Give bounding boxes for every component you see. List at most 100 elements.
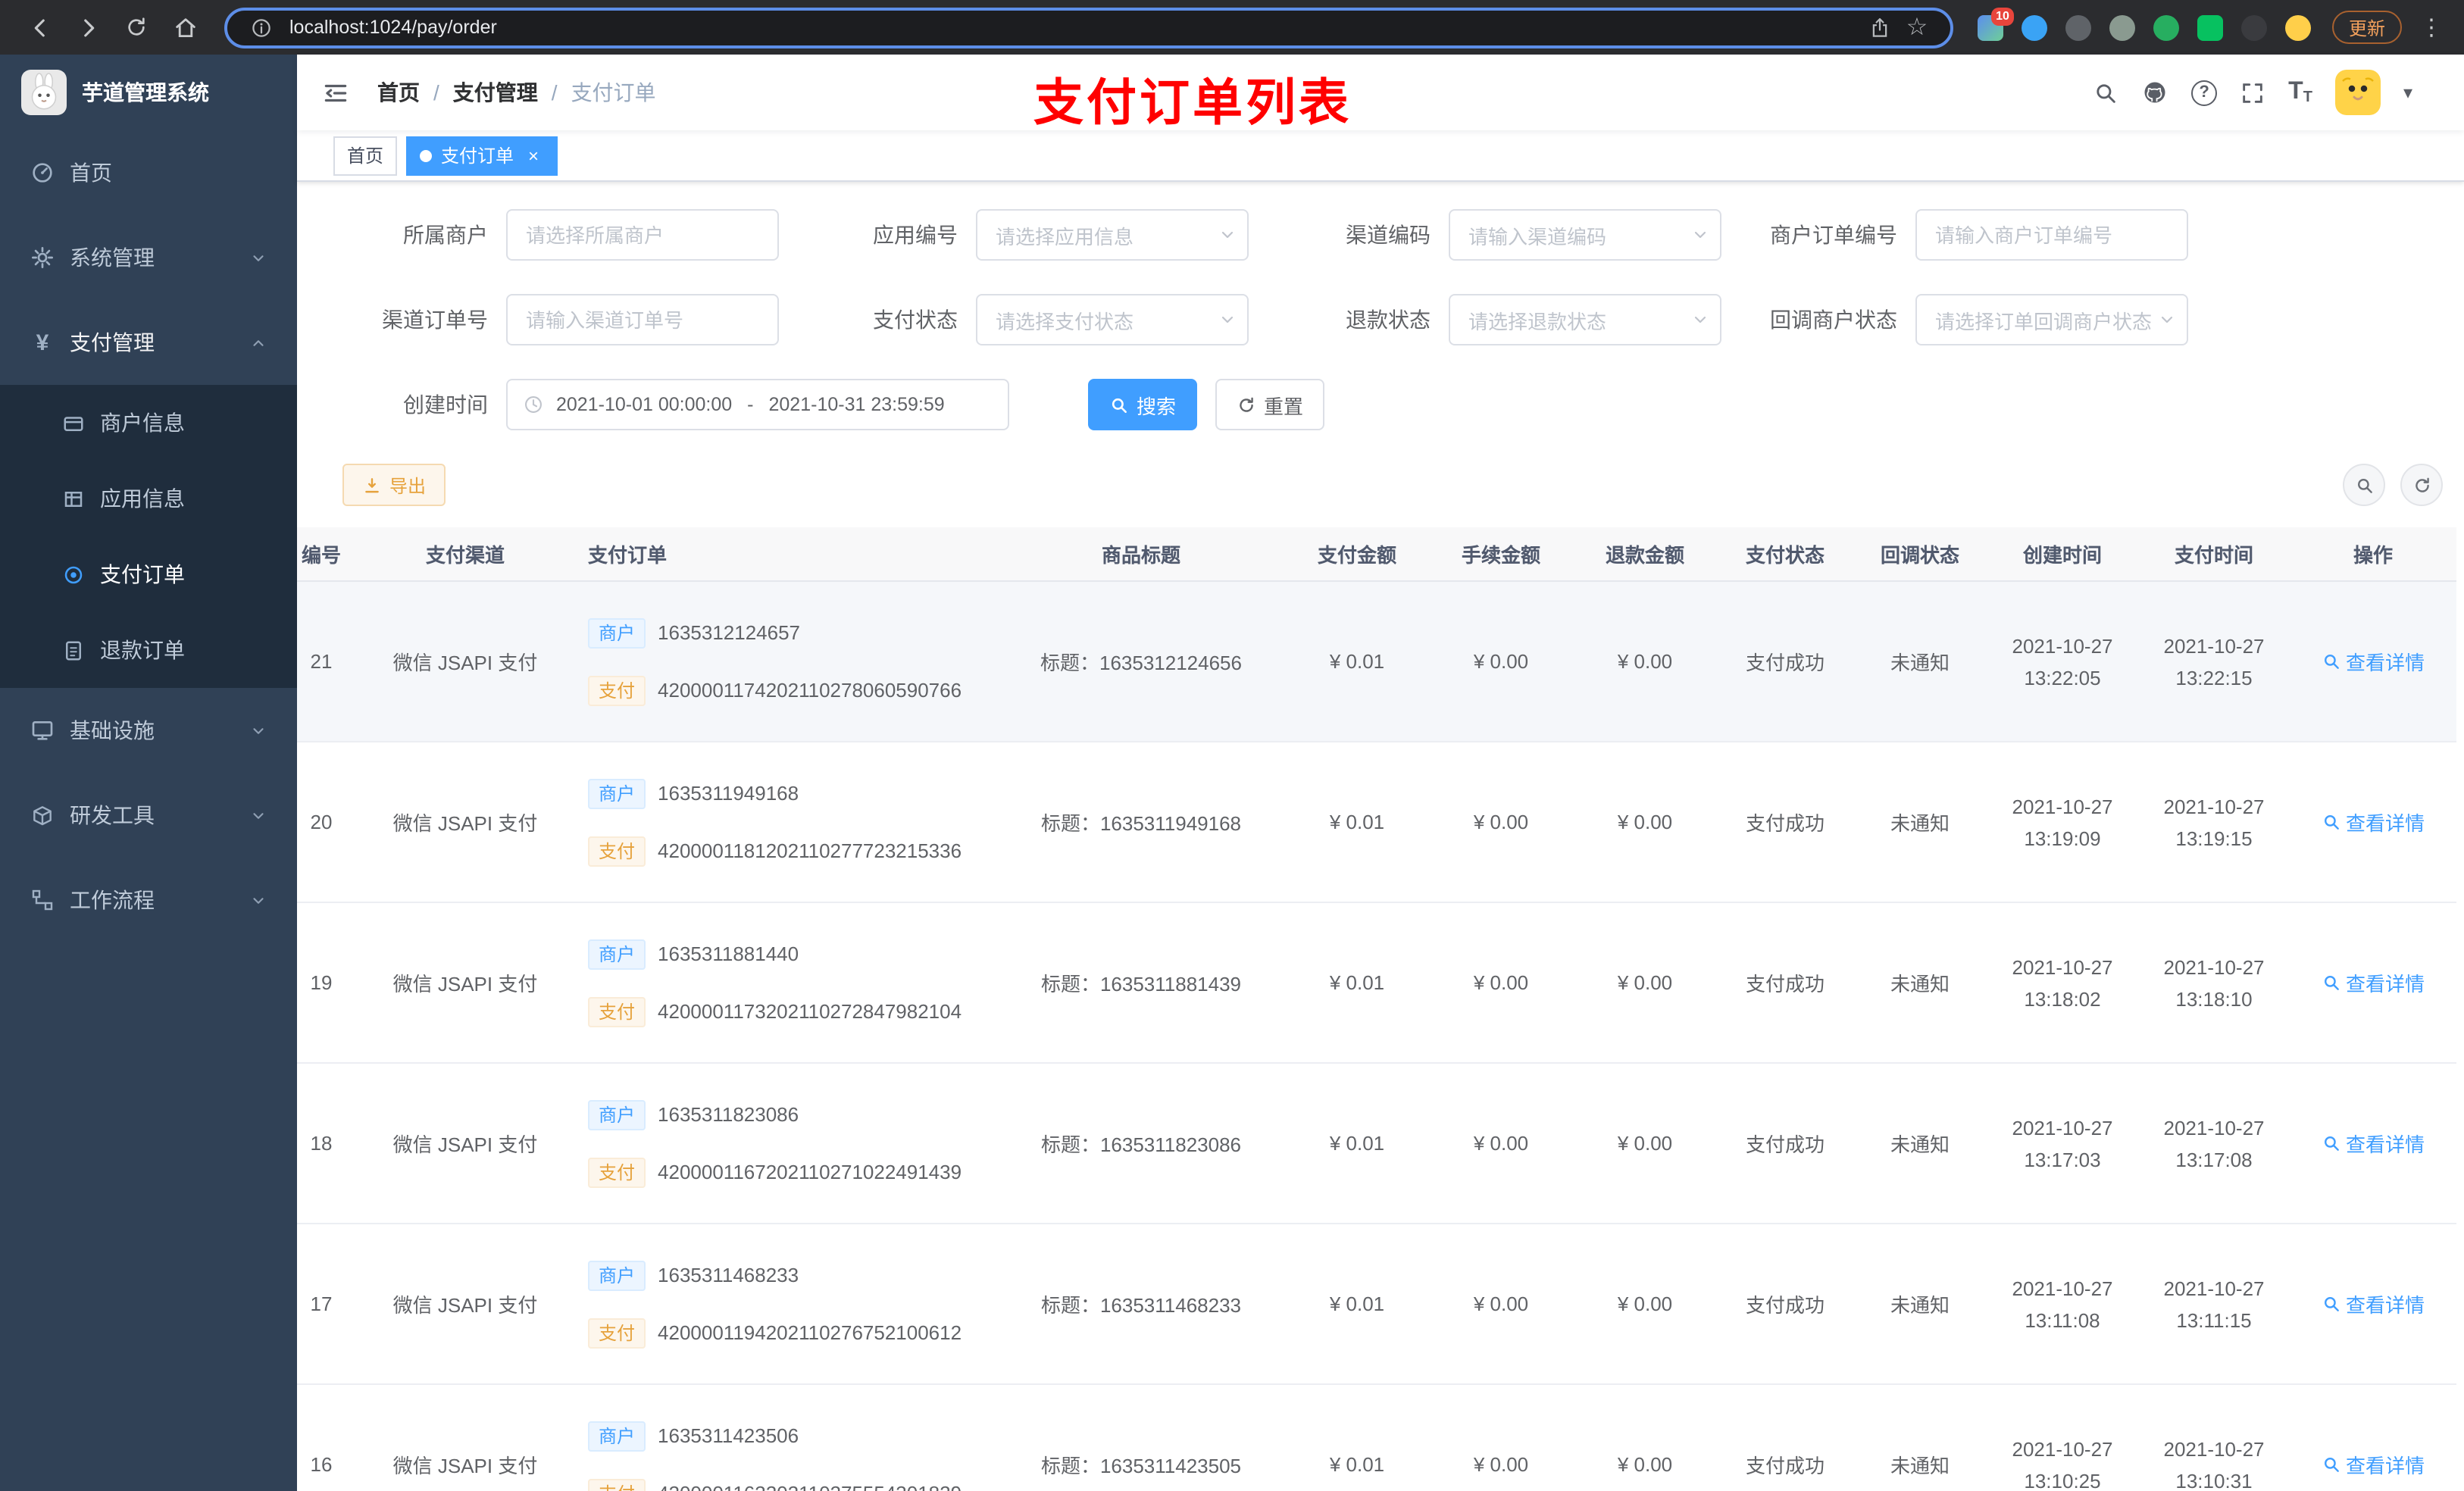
font-size-icon[interactable]: TT <box>2288 79 2312 106</box>
view-detail-link[interactable]: 查看详情 <box>2322 1289 2425 1318</box>
sidebar-item-home[interactable]: 首页 <box>0 130 297 215</box>
chevron-down-icon <box>250 892 267 908</box>
search-button[interactable]: 搜索 <box>1088 379 1198 430</box>
page-content: 所属商户 应用编号 请选择应用信息 渠道编码 <box>297 182 2464 1491</box>
channel-transaction-no: 4200001173202110272847982104 <box>658 1000 962 1023</box>
refund-status-select[interactable]: 请选择退款状态 <box>1449 294 1721 345</box>
view-detail-link[interactable]: 查看详情 <box>2322 1129 2425 1158</box>
merchant-order-no-input[interactable] <box>1915 209 2188 261</box>
channel-order-no-input[interactable] <box>506 294 779 345</box>
menu-label: 商户信息 <box>100 411 185 435</box>
address-bar[interactable]: localhost:1024/pay/order ☆ <box>224 7 1953 48</box>
tab-home[interactable]: 首页 <box>333 136 398 175</box>
search-icon[interactable] <box>2093 80 2118 105</box>
cell-fee: ¥ 0.00 <box>1473 1453 1529 1476</box>
view-detail-link[interactable]: 查看详情 <box>2322 808 2425 836</box>
pay-tag: 支付 <box>588 1157 646 1187</box>
menu-label: 系统管理 <box>70 245 155 270</box>
extension-icon[interactable] <box>2153 14 2179 40</box>
filter-label: 支付状态 <box>873 308 958 332</box>
cell-pay-time: 2021-10-27 13:17:08 <box>2163 1116 2265 1171</box>
extension-icon[interactable] <box>2284 14 2311 40</box>
url-text: localhost:1024/pay/order <box>289 17 497 38</box>
cell-notify: 未通知 <box>1890 812 1950 835</box>
reset-button[interactable]: 重置 <box>1215 379 1325 430</box>
sidebar-item-merchant-info[interactable]: 商户信息 <box>0 385 297 461</box>
create-time-range-input[interactable]: 2021-10-01 00:00:00 - 2021-10-31 23:59:5… <box>506 379 1009 430</box>
filter-label: 创建时间 <box>403 392 488 417</box>
filter-pay-status: 支付状态 请选择支付状态 <box>824 294 1249 345</box>
site-info-icon[interactable] <box>245 12 276 42</box>
header-title: 商品标题 <box>1101 544 1180 567</box>
extension-icon[interactable] <box>2065 14 2091 40</box>
view-detail-link[interactable]: 查看详情 <box>2322 1450 2425 1479</box>
sidebar-item-workflow[interactable]: 工作流程 <box>0 858 297 942</box>
table-row: 18 微信 JSAPI 支付 商户 1635311823086 支付 42000… <box>297 1064 2456 1224</box>
breadcrumb-home[interactable]: 首页 <box>377 77 420 108</box>
cell-pay-time: 2021-10-27 13:19:15 <box>2163 795 2265 849</box>
github-icon[interactable] <box>2141 79 2169 106</box>
sidebar-item-infrastructure[interactable]: 基础设施 <box>0 688 297 773</box>
sidebar: 芋道管理系统 首页 系统管理 ¥ 支付管理 商户信息 应用信息 支付订单 退款订… <box>0 55 297 1491</box>
browser-menu-button[interactable]: ⋮ <box>2414 14 2449 41</box>
browser-reload-button[interactable] <box>117 8 156 47</box>
avatar[interactable] <box>2334 70 2381 115</box>
menu-label: 工作流程 <box>70 888 155 912</box>
cell-id: 21 <box>310 650 333 673</box>
cell-status: 支付成功 <box>1745 1133 1825 1156</box>
channel-code-select[interactable]: 请输入渠道编码 <box>1449 209 1721 261</box>
close-icon[interactable]: × <box>523 145 544 166</box>
toggle-search-button[interactable] <box>2343 464 2385 506</box>
extension-icon[interactable] <box>2240 14 2267 40</box>
notify-status-select[interactable]: 请选择订单回调商户状态 <box>1915 294 2188 345</box>
cell-refund: ¥ 0.00 <box>1617 1293 1673 1315</box>
bookmark-star-icon[interactable]: ☆ <box>1902 12 1932 42</box>
merchant-input[interactable] <box>506 209 779 261</box>
extension-icon[interactable] <box>2109 14 2135 40</box>
breadcrumb-section[interactable]: 支付管理 <box>453 77 538 108</box>
sidebar-item-app-info[interactable]: 应用信息 <box>0 461 297 536</box>
cell-fee: ¥ 0.00 <box>1473 811 1529 833</box>
table-row: 17 微信 JSAPI 支付 商户 1635311468233 支付 42000… <box>297 1224 2456 1385</box>
extension-icon[interactable]: 10 <box>1977 7 2014 40</box>
app-select[interactable]: 请选择应用信息 <box>976 209 1249 261</box>
cell-id: 16 <box>310 1453 333 1476</box>
browser-forward-button[interactable] <box>68 8 108 47</box>
logo-avatar <box>21 70 67 115</box>
merchant-order-no: 1635311949168 <box>658 782 799 805</box>
sidebar-item-pay-order[interactable]: 支付订单 <box>0 536 297 612</box>
workflow-icon <box>30 888 55 912</box>
export-button[interactable]: 导出 <box>342 464 446 506</box>
view-detail-link[interactable]: 查看详情 <box>2322 968 2425 997</box>
cell-channel: 微信 JSAPI 支付 <box>392 1455 538 1477</box>
caret-down-icon[interactable]: ▾ <box>2403 82 2412 103</box>
sidebar-fold-icon[interactable] <box>321 78 350 107</box>
sidebar-item-devtools[interactable]: 研发工具 <box>0 773 297 858</box>
refresh-button[interactable] <box>2400 464 2443 506</box>
sidebar-logo[interactable]: 芋道管理系统 <box>0 55 297 130</box>
cell-title: 标题：1635311949168 <box>1040 812 1242 835</box>
chevron-down-icon <box>250 722 267 739</box>
browser-home-button[interactable] <box>165 8 205 47</box>
browser-back-button[interactable] <box>20 8 59 47</box>
view-detail-link[interactable]: 查看详情 <box>2322 647 2425 676</box>
app-frame: 芋道管理系统 首页 系统管理 ¥ 支付管理 商户信息 应用信息 支付订单 退款订… <box>0 55 2464 1491</box>
extension-icon[interactable] <box>2021 14 2047 40</box>
help-icon[interactable]: ? <box>2191 80 2218 105</box>
tab-pay-order[interactable]: 支付订单 × <box>406 136 558 175</box>
filter-channel-order-no: 渠道订单号 <box>309 294 779 345</box>
pay-status-select[interactable]: 请选择支付状态 <box>976 294 1249 345</box>
browser-update-button[interactable]: 更新 <box>2331 11 2402 44</box>
extension-icon[interactable] <box>2197 14 2223 40</box>
sidebar-item-payment[interactable]: ¥ 支付管理 <box>0 300 297 385</box>
fullscreen-icon[interactable] <box>2240 80 2265 105</box>
document-icon <box>61 638 85 662</box>
pay-tag: 支付 <box>588 675 646 705</box>
share-icon[interactable] <box>1865 12 1896 42</box>
header-status: 支付状态 <box>1745 544 1825 567</box>
yen-icon: ¥ <box>36 330 49 355</box>
sidebar-item-system[interactable]: 系统管理 <box>0 215 297 300</box>
orders-table: 编号 支付渠道 支付订单 商品标题 支付金额 手续金额 退款金额 支付状态 回调… <box>297 527 2456 1491</box>
sidebar-item-refund-order[interactable]: 退款订单 <box>0 612 297 688</box>
chevron-down-icon <box>2158 311 2176 329</box>
